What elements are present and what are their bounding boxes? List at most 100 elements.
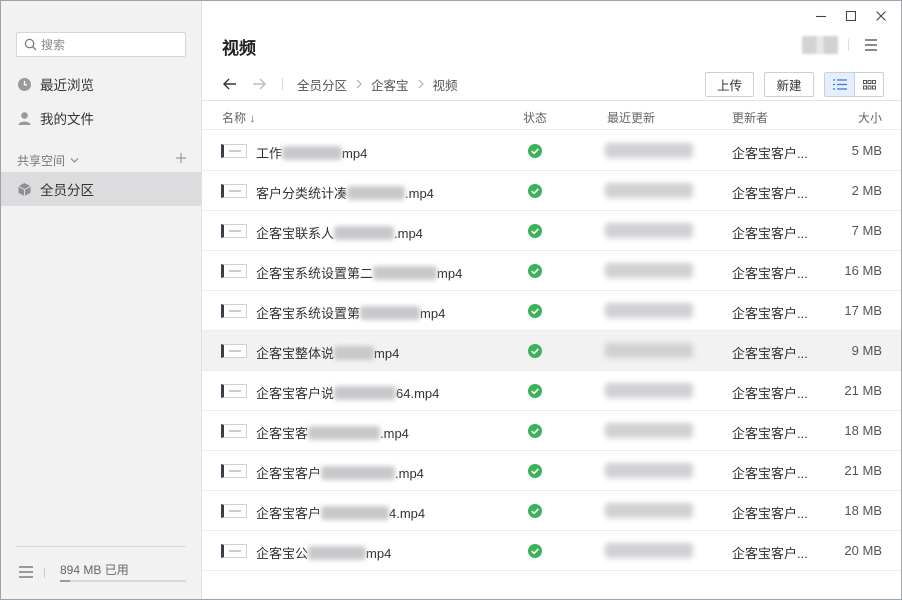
file-name-prefix: 企客宝联系人: [256, 226, 335, 241]
file-size: 17 MB: [844, 303, 882, 318]
breadcrumb-item-all-members[interactable]: 全员分区: [297, 75, 347, 94]
redacted-text: [308, 426, 381, 440]
file-name[interactable]: 企客宝客 .mp4: [256, 423, 409, 442]
back-arrow-icon[interactable]: [222, 76, 238, 92]
redacted-text: [347, 186, 406, 200]
divider: [848, 39, 849, 51]
upload-button[interactable]: 上传: [705, 72, 754, 97]
file-name[interactable]: 企客宝公 mp4: [256, 543, 391, 562]
synced-check-icon: [528, 304, 542, 318]
search-box[interactable]: [16, 32, 186, 57]
table-row[interactable]: 工作 mp4 企客宝客户... 5 MB: [202, 131, 901, 171]
list-view-button[interactable]: [825, 73, 854, 96]
table-row[interactable]: 企客宝系统设置第 mp4 企客宝客户... 17 MB: [202, 291, 901, 331]
file-name-suffix: mp4: [342, 146, 368, 161]
file-name[interactable]: 企客宝联系人 .mp4: [256, 223, 423, 242]
video-file-icon: [221, 544, 247, 558]
table-row[interactable]: 企客宝客户说 64.mp4 企客宝客户... 21 MB: [202, 371, 901, 411]
clock-icon: [17, 77, 32, 92]
updater-name: 企客宝客户...: [732, 146, 808, 161]
file-name-prefix: 企客宝系统设置第二: [256, 266, 374, 281]
column-header-name[interactable]: 名称 ↓: [222, 109, 255, 126]
file-name-prefix: 企客宝客户: [256, 506, 322, 521]
file-name[interactable]: 企客宝客户说 64.mp4: [256, 383, 439, 402]
table-header: 名称 ↓ 状态 最近更新 更新者 大小: [202, 100, 901, 130]
file-name[interactable]: 企客宝整体说 mp4: [256, 343, 399, 362]
table-row[interactable]: 企客宝联系人 .mp4 企客宝客户... 7 MB: [202, 211, 901, 251]
redacted-date: [605, 263, 693, 278]
file-size: 21 MB: [844, 463, 882, 478]
updater-name: 企客宝客户...: [732, 346, 808, 361]
breadcrumb-item-video[interactable]: 视频: [433, 75, 458, 94]
new-button[interactable]: 新建: [764, 72, 814, 97]
breadcrumb-item-qikebao[interactable]: 企客宝: [371, 75, 409, 94]
redacted-date: [605, 183, 693, 198]
sidebar-item-my-files[interactable]: 我的文件: [1, 102, 201, 134]
synced-check-icon: [528, 384, 542, 398]
column-header-size[interactable]: 大小: [858, 109, 882, 126]
video-file-icon: [221, 424, 247, 438]
search-icon: [24, 38, 37, 51]
column-header-updated[interactable]: 最近更新: [607, 109, 655, 126]
menu-icon[interactable]: [19, 566, 33, 578]
table-row[interactable]: 企客宝客户 4.mp4 企客宝客户... 18 MB: [202, 491, 901, 531]
table-row[interactable]: 客户分类统计凑 .mp4 企客宝客户... 2 MB: [202, 171, 901, 211]
file-name-prefix: 企客宝客户: [256, 466, 322, 481]
file-size: 2 MB: [851, 183, 882, 198]
table-row[interactable]: 企客宝整体说 mp4 企客宝客户... 9 MB: [202, 331, 901, 371]
add-space-icon[interactable]: [175, 152, 187, 164]
updater-name: 企客宝客户...: [732, 226, 808, 241]
sidebar-item-label: 最近浏览: [40, 78, 94, 93]
maximize-button[interactable]: [836, 7, 866, 25]
redacted-text: [334, 226, 395, 240]
close-button[interactable]: [866, 7, 896, 25]
file-name-suffix: mp4: [374, 346, 400, 361]
sidebar-footer: 894 MB 已用: [16, 546, 186, 586]
redacted-date: [605, 343, 693, 358]
file-name[interactable]: 企客宝系统设置第 mp4: [256, 303, 445, 322]
storage-usage-text: 894 MB 已用: [60, 563, 129, 577]
file-size: 21 MB: [844, 383, 882, 398]
cube-icon: [17, 182, 32, 197]
column-header-status[interactable]: 状态: [523, 109, 547, 126]
chevron-down-icon[interactable]: [70, 156, 79, 165]
forward-arrow-icon[interactable]: [251, 76, 267, 92]
file-name-suffix: .mp4: [380, 426, 409, 441]
table-row[interactable]: 企客宝客户 .mp4 企客宝客户... 21 MB: [202, 451, 901, 491]
breadcrumb: 全员分区 企客宝 视频: [222, 74, 458, 94]
grid-view-button[interactable]: [854, 73, 883, 96]
minimize-button[interactable]: [806, 7, 836, 25]
chevron-right-icon: [418, 79, 424, 89]
file-name-suffix: mp4: [366, 546, 392, 561]
file-name[interactable]: 工作 mp4: [256, 143, 367, 162]
file-name[interactable]: 企客宝客户 4.mp4: [256, 503, 425, 522]
video-file-icon: [221, 264, 247, 278]
maximize-icon: [846, 11, 856, 21]
file-name[interactable]: 企客宝系统设置第二 mp4: [256, 263, 462, 282]
table-row[interactable]: 企客宝公 mp4 企客宝客户... 20 MB: [202, 531, 901, 571]
avatar[interactable]: [802, 36, 838, 54]
video-file-icon: [221, 344, 247, 358]
redacted-text: [373, 266, 438, 280]
column-header-updater[interactable]: 更新者: [732, 109, 768, 126]
file-name-suffix: .mp4: [405, 186, 434, 201]
redacted-date: [605, 303, 693, 318]
column-header-name-label: 名称: [222, 111, 247, 125]
table-row[interactable]: 企客宝客 .mp4 企客宝客户... 18 MB: [202, 411, 901, 451]
file-name[interactable]: 客户分类统计凑 .mp4: [256, 183, 434, 202]
file-name[interactable]: 企客宝客户 .mp4: [256, 463, 424, 482]
shared-space-header[interactable]: 共享空间: [17, 151, 187, 169]
redacted-text: [282, 146, 343, 160]
table-row[interactable]: 企客宝系统设置第二 mp4 企客宝客户... 16 MB: [202, 251, 901, 291]
list-view-icon: [832, 79, 847, 90]
menu-icon[interactable]: [864, 39, 878, 51]
file-name-prefix: 企客宝整体说: [256, 346, 335, 361]
file-name-prefix: 企客宝客: [256, 426, 309, 441]
storage-usage-bar: [60, 580, 186, 582]
redacted-date: [605, 143, 693, 158]
redacted-text: [334, 346, 375, 360]
search-input[interactable]: [41, 37, 181, 52]
sidebar-item-recent[interactable]: 最近浏览: [1, 68, 201, 100]
file-name-prefix: 客户分类统计凑: [256, 186, 348, 201]
sidebar-item-all-members[interactable]: 全员分区: [1, 172, 201, 206]
